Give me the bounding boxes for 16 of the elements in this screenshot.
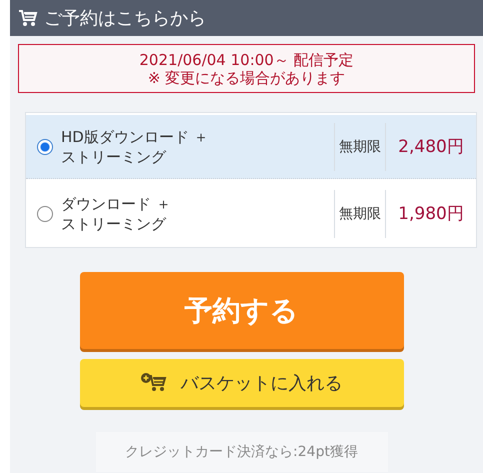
basket-button[interactable]: バスケットに入れる (80, 359, 404, 407)
notice-text: 2021/06/04 10:00～ 配信予定 (139, 50, 354, 68)
option-period: 無期限 (334, 122, 386, 170)
purchase-option[interactable]: HD版ダウンロード ＋ ストリーミング 無期限 2,480円 (26, 115, 476, 179)
notice-text: ※ 変更になる場合があります (148, 68, 346, 86)
cart-add-icon (140, 373, 166, 393)
section-title: ご予約はこちらから (44, 7, 206, 30)
radio-button[interactable] (37, 206, 53, 222)
option-price: 1,980円 (397, 203, 465, 225)
option-name: ダウンロード ＋ ストリーミング (61, 194, 172, 234)
option-price: 2,480円 (397, 136, 465, 158)
points-note: クレジットカード決済なら:24pt獲得 (96, 432, 388, 472)
radio-button[interactable] (37, 138, 53, 154)
option-name: HD版ダウンロード ＋ ストリーミング (61, 126, 210, 166)
option-period: 無期限 (334, 190, 386, 238)
cart-icon (18, 8, 38, 28)
